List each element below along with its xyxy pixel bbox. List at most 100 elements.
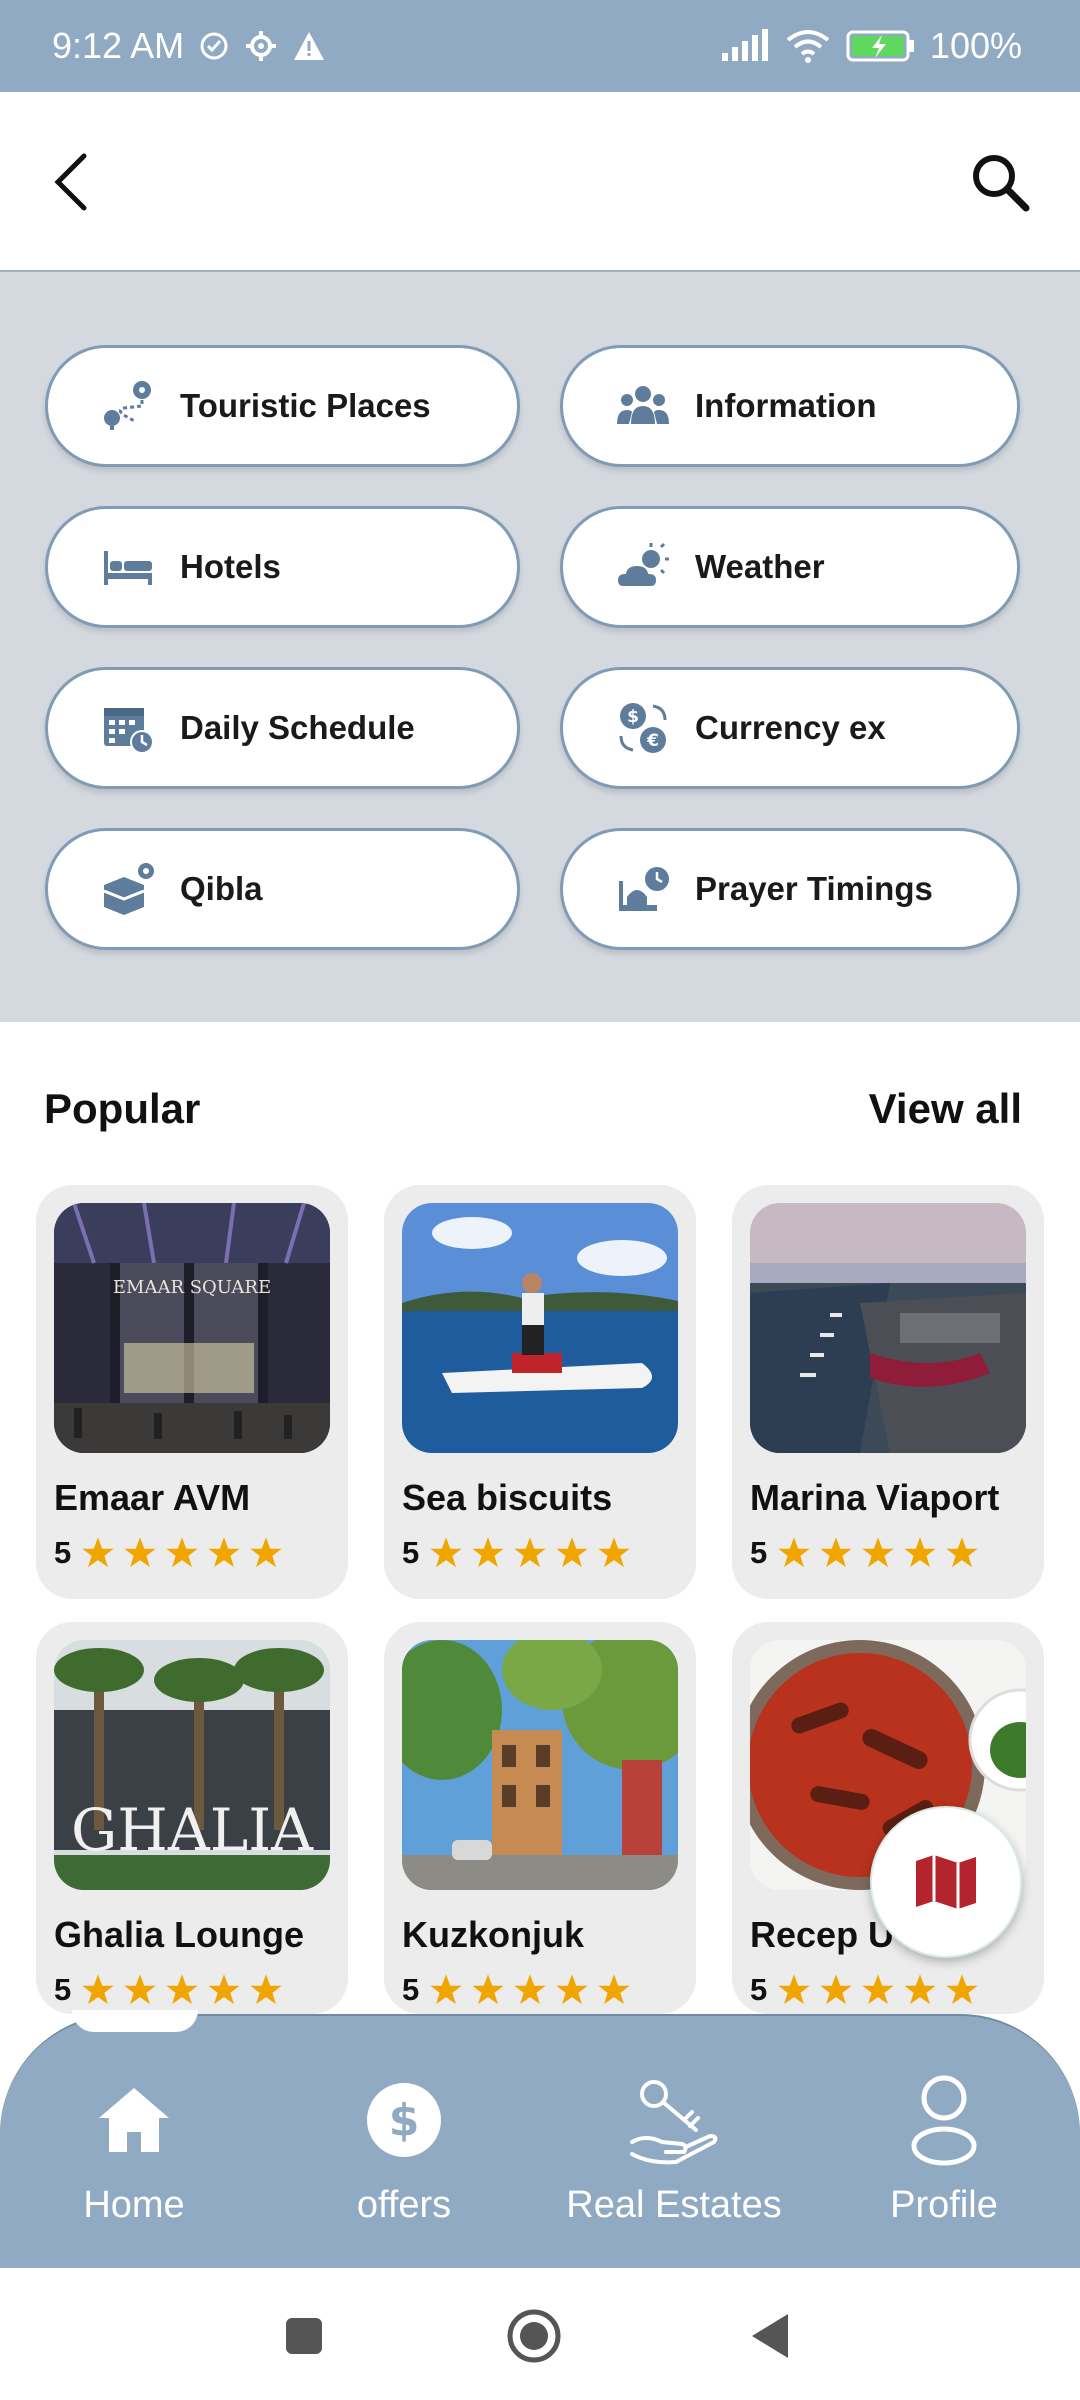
star-icon [166, 1537, 198, 1568]
category-label: Qibla [180, 870, 263, 907]
kaaba-pin-icon [100, 861, 156, 917]
star-icon [82, 1974, 114, 2005]
category-touristic-places[interactable]: Touristic Places [45, 345, 520, 467]
map-button[interactable] [870, 1806, 1022, 1958]
place-rating: 5 [402, 1972, 631, 2008]
check-circle-icon [198, 30, 230, 62]
battery-charging-icon [846, 29, 916, 63]
star-icon [946, 1974, 978, 2005]
star-icon [598, 1537, 630, 1568]
category-label: Hotels [180, 548, 281, 585]
place-card-ghalia-lounge[interactable]: GHALIA Ghalia Lounge 5 [36, 1622, 348, 2014]
star-icon [472, 1537, 504, 1568]
map-icon [916, 1855, 976, 1909]
star-icon [514, 1974, 546, 2005]
back-system-button[interactable] [738, 2304, 802, 2368]
place-rating: 5 [402, 1535, 631, 1571]
view-all-link[interactable]: View all [869, 1085, 1022, 1133]
place-card-emaar-avm[interactable]: EMAAR SQUARE Emaar AVM 5 [36, 1185, 348, 1599]
back-button[interactable] [40, 142, 100, 222]
place-photo: EMAAR SQUARE [54, 1203, 330, 1453]
place-name: Kuzkonjuk [402, 1914, 585, 1955]
star-icon [208, 1974, 240, 2005]
rating-stars [777, 1536, 979, 1570]
mosque-clock-icon [615, 861, 671, 917]
star-icon [778, 1974, 810, 2005]
nav-home[interactable]: Home [4, 2060, 264, 2227]
cloud-sun-icon [615, 539, 671, 595]
settings-icon [244, 29, 278, 63]
place-name: Recep U [750, 1914, 895, 1955]
place-card-recep[interactable]: Recep U 5 [732, 1622, 1044, 2014]
rating-value: 5 [750, 1535, 768, 1570]
signal-icon [720, 29, 770, 63]
star-icon [124, 1974, 156, 2005]
rating-value: 5 [54, 1972, 72, 2007]
warning-icon [292, 30, 326, 62]
rating-value: 5 [54, 1535, 72, 1570]
status-time: 9:12 AM [52, 25, 185, 66]
home-icon [4, 2060, 264, 2180]
star-icon [430, 1974, 462, 2005]
recents-button[interactable] [272, 2304, 336, 2368]
star-icon [250, 1537, 282, 1568]
rating-value: 5 [750, 1972, 768, 2007]
category-label: Prayer Timings [695, 870, 933, 907]
star-icon [556, 1974, 588, 2005]
place-card-marina-viaport[interactable]: Marina Viaport 5 [732, 1185, 1044, 1599]
hand-key-icon [544, 2060, 804, 2180]
category-weather[interactable]: Weather [560, 506, 1020, 628]
nav-offers[interactable]: $ offers [274, 2060, 534, 2227]
star-icon [820, 1974, 852, 2005]
search-button[interactable] [960, 142, 1040, 222]
nav-profile[interactable]: Profile [814, 2060, 1074, 2227]
nav-label: Real Estates [566, 2184, 782, 2226]
rating-stars [429, 1536, 631, 1570]
star-icon [778, 1537, 810, 1568]
category-prayer-timings[interactable]: Prayer Timings [560, 828, 1020, 950]
star-icon [208, 1537, 240, 1568]
svg-text:$: $ [627, 707, 639, 727]
star-icon [862, 1537, 894, 1568]
people-group-icon [615, 378, 671, 434]
square-icon [286, 2318, 322, 2354]
category-qibla[interactable]: Qibla [45, 828, 520, 950]
place-card-sea-biscuits[interactable]: Sea biscuits 5 [384, 1185, 696, 1599]
star-icon [904, 1537, 936, 1568]
star-icon [514, 1537, 546, 1568]
rating-stars [81, 1973, 283, 2007]
place-photo [750, 1203, 1026, 1453]
category-daily-schedule[interactable]: Daily Schedule [45, 667, 520, 789]
category-label: Daily Schedule [180, 709, 415, 746]
star-icon [472, 1974, 504, 2005]
search-icon [973, 155, 1030, 212]
bed-icon [100, 539, 156, 595]
circle-icon [507, 2309, 561, 2363]
star-icon [862, 1974, 894, 2005]
place-rating: 5 [54, 1535, 283, 1571]
dollar-coin-icon: $ [274, 2060, 534, 2180]
home-system-button[interactable] [502, 2304, 566, 2368]
place-name: Ghalia Lounge [54, 1914, 305, 1955]
rating-value: 5 [402, 1535, 420, 1570]
battery-percent: 100% [929, 25, 1022, 66]
top-app-bar [0, 92, 1080, 272]
star-icon [250, 1974, 282, 2005]
star-icon [430, 1537, 462, 1568]
triangle-back-icon [752, 2314, 788, 2358]
nav-real-estates[interactable]: Real Estates [544, 2060, 804, 2227]
category-information[interactable]: Information [560, 345, 1020, 467]
category-hotels[interactable]: Hotels [45, 506, 520, 628]
place-card-kuzkonjuk[interactable]: Kuzkonjuk 5 [384, 1622, 696, 2014]
rating-stars [777, 1973, 979, 2007]
category-label: Weather [695, 548, 825, 585]
category-currency-exchange[interactable]: $ € Currency ex [560, 667, 1020, 789]
star-icon [820, 1537, 852, 1568]
photo-sign-emaar: EMAAR SQUARE [113, 1277, 271, 1298]
chevron-left-icon [54, 153, 87, 211]
nav-label: offers [356, 2184, 452, 2226]
star-icon [82, 1537, 114, 1568]
place-rating: 5 [750, 1972, 979, 2008]
wifi-icon [784, 28, 832, 64]
place-name: Emaar AVM [54, 1477, 251, 1518]
